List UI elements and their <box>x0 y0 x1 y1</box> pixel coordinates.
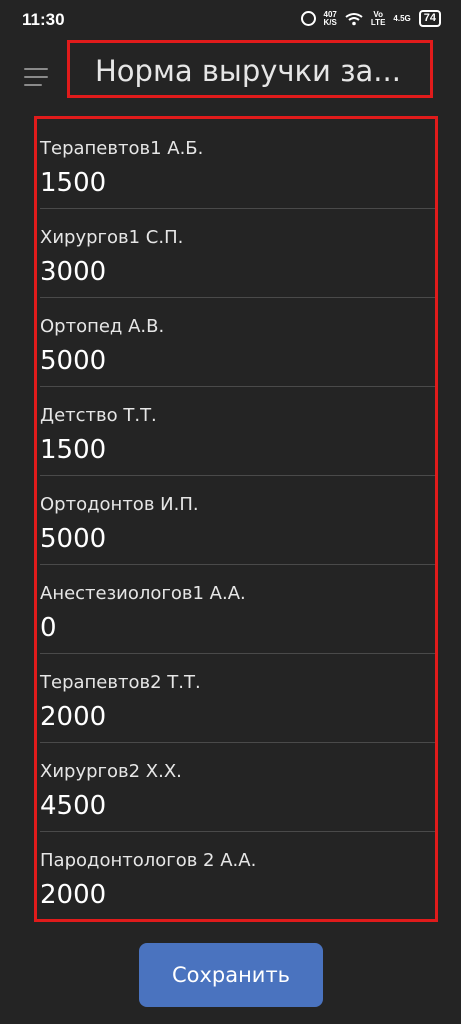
revenue-input[interactable] <box>40 524 420 554</box>
title-highlight: Норма выручки за... <box>67 40 433 98</box>
revenue-input[interactable] <box>40 702 420 732</box>
list-item: Хирургов1 С.П. <box>40 208 435 298</box>
status-time: 11:30 <box>22 10 65 29</box>
list-item: Терапевтов1 А.Б. <box>40 119 435 209</box>
revenue-input[interactable] <box>40 791 420 821</box>
status-icons: 407 K/S Vo LTE 4.5G 74 <box>300 10 441 27</box>
list-item: Пародонтологов 2 А.А. <box>40 831 435 920</box>
revenue-input[interactable] <box>40 346 420 376</box>
alarm-icon <box>300 11 316 26</box>
item-name: Пародонтологов 2 А.А. <box>40 850 257 871</box>
status-bar: 11:30 407 K/S Vo LTE 4.5G 74 <box>0 0 461 38</box>
menu-icon[interactable] <box>24 68 48 86</box>
revenue-input[interactable] <box>40 257 420 287</box>
list-item: Анестезиологов1 А.А. <box>40 564 435 654</box>
list-item: Хирургов2 Х.Х. <box>40 742 435 832</box>
page-title: Норма выручки за... <box>95 54 401 88</box>
item-name: Анестезиологов1 А.А. <box>40 583 246 604</box>
revenue-input[interactable] <box>40 168 420 198</box>
list-item: Ортодонтов И.П. <box>40 475 435 565</box>
list-item: Детство Т.Т. <box>40 386 435 476</box>
wifi-icon <box>345 12 363 25</box>
volte-indicator: Vo LTE <box>370 10 386 27</box>
item-name: Хирургов2 Х.Х. <box>40 761 182 782</box>
list-item: Ортопед А.В. <box>40 297 435 387</box>
net-speed: 407 K/S <box>323 10 337 27</box>
volte-bottom: LTE <box>370 17 386 27</box>
revenue-input[interactable] <box>40 880 420 910</box>
item-name: Терапевтов1 А.Б. <box>40 138 204 159</box>
item-name: Детство Т.Т. <box>40 405 157 426</box>
item-name: Хирургов1 С.П. <box>40 227 184 248</box>
revenue-input[interactable] <box>40 435 420 465</box>
list-item: Терапевтов2 Т.Т. <box>40 653 435 743</box>
battery-icon: 74 <box>418 10 441 27</box>
signal-icon: 4.5G <box>393 14 411 23</box>
net-speed-unit: K/S <box>323 17 337 27</box>
save-button[interactable]: Сохранить <box>139 943 323 1007</box>
item-name: Ортопед А.В. <box>40 316 165 337</box>
item-name: Терапевтов2 Т.Т. <box>40 672 201 693</box>
staff-list: Терапевтов1 А.Б. Хирургов1 С.П. Ортопед … <box>34 116 438 922</box>
item-name: Ортодонтов И.П. <box>40 494 199 515</box>
revenue-input[interactable] <box>40 613 420 643</box>
